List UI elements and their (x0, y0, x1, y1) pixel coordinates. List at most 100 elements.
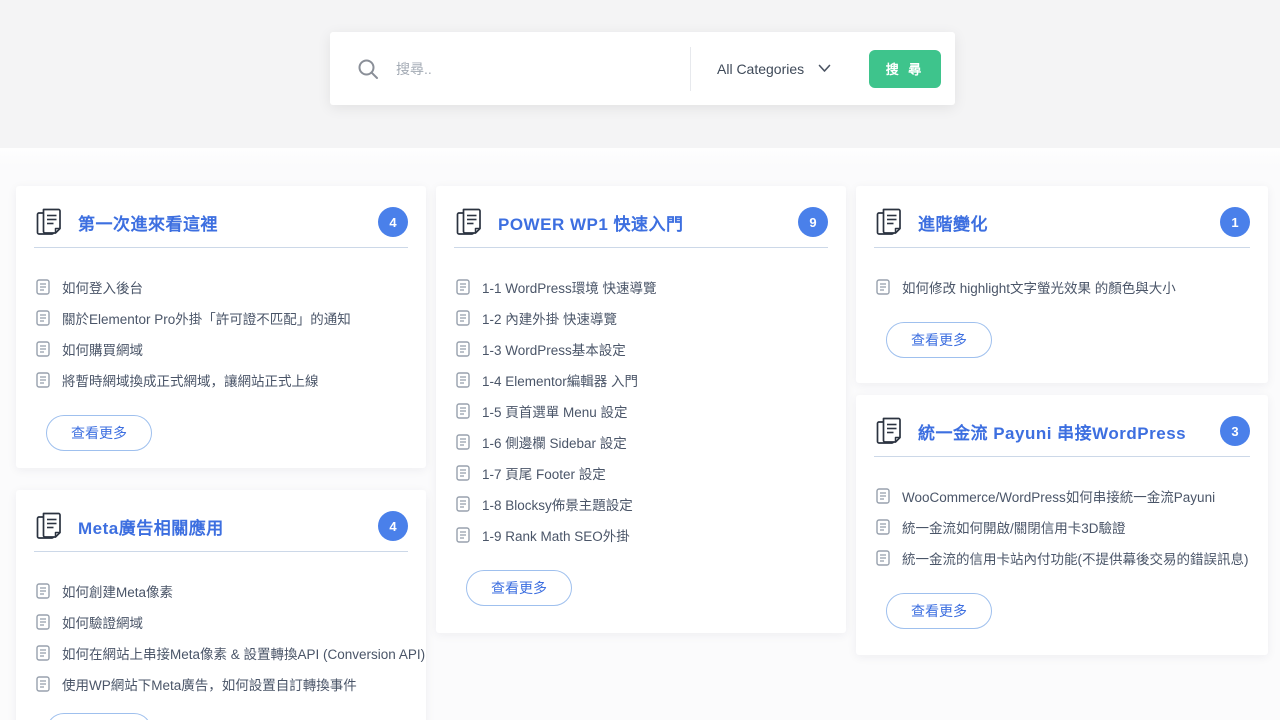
article-title: 如何登入後台 (62, 277, 143, 297)
article-link[interactable]: 如何創建Meta像素 (34, 575, 408, 606)
card-header: 第一次進來看這裡 4 (34, 202, 408, 242)
search-icon (356, 57, 380, 81)
document-icon (36, 676, 50, 692)
category-card-2: POWER WP1 快速入門 9 1-1 WordPress環境 快速導覽 1-… (436, 186, 846, 633)
card-header: Meta廣告相關應用 4 (34, 506, 408, 546)
article-link[interactable]: 如何在網站上串接Meta像素 & 設置轉換API (Conversion API… (34, 637, 408, 668)
view-more-button[interactable]: 查看更多 (466, 570, 572, 606)
document-icon (876, 488, 890, 504)
document-icon (876, 519, 890, 535)
category-card-3: 進階變化 1 如何修改 highlight文字螢光效果 的顏色與大小 查看更多 (856, 186, 1268, 383)
document-icon (456, 496, 470, 512)
document-icon (876, 550, 890, 566)
article-link[interactable]: 統一金流如何開啟/關閉信用卡3D驗證 (874, 511, 1250, 542)
chevron-down-icon (818, 64, 831, 73)
card-count-badge: 4 (378, 511, 408, 541)
article-title: 如何在網站上串接Meta像素 & 設置轉換API (Conversion API… (62, 643, 425, 663)
article-link[interactable]: 1-2 內建外掛 快速導覽 (454, 302, 828, 333)
article-title: 將暫時網域換成正式網域，讓網站正式上線 (62, 370, 319, 390)
documents-icon (36, 207, 63, 238)
article-title: 關於Elementor Pro外掛「許可證不匹配」的通知 (62, 308, 351, 328)
article-title: 1-5 頁首選單 Menu 設定 (482, 401, 628, 421)
article-link[interactable]: 1-1 WordPress環境 快速導覽 (454, 271, 828, 302)
category-card-1: Meta廣告相關應用 4 如何創建Meta像素 如何驗證網域 (16, 490, 426, 720)
article-link[interactable]: 1-5 頁首選單 Menu 設定 (454, 395, 828, 426)
document-icon (456, 341, 470, 357)
category-dropdown[interactable]: All Categories (707, 53, 841, 85)
article-link[interactable]: 1-8 Blocksy佈景主題設定 (454, 488, 828, 519)
document-icon (36, 310, 50, 326)
article-link[interactable]: 1-9 Rank Math SEO外掛 (454, 519, 828, 550)
view-more-button[interactable]: 查看更多 (886, 593, 992, 629)
article-link[interactable]: 如何登入後台 (34, 271, 408, 302)
article-title: 如何驗證網域 (62, 612, 143, 632)
document-icon (456, 279, 470, 295)
article-link[interactable]: 將暫時網域換成正式網域，讓網站正式上線 (34, 364, 408, 395)
view-more-button[interactable]: 查看更多 (46, 415, 152, 451)
article-link[interactable]: WooCommerce/WordPress如何串接統一金流Payuni (874, 480, 1250, 511)
article-link[interactable]: 如何驗證網域 (34, 606, 408, 637)
article-title: 如何創建Meta像素 (62, 581, 173, 601)
search-input[interactable] (396, 61, 666, 77)
card-title[interactable]: 第一次進來看這裡 (78, 210, 218, 235)
article-title: 1-4 Elementor編輯器 入門 (482, 370, 638, 390)
document-icon (456, 310, 470, 326)
card-article-list: 如何登入後台 關於Elementor Pro外掛「許可證不匹配」的通知 如何購買… (34, 271, 408, 395)
card-header: POWER WP1 快速入門 9 (454, 202, 828, 242)
card-header: 進階變化 1 (874, 202, 1250, 242)
article-link[interactable]: 1-3 WordPress基本設定 (454, 333, 828, 364)
article-title: 如何購買網域 (62, 339, 143, 359)
category-selected-label: All Categories (717, 61, 804, 77)
document-icon (36, 645, 50, 661)
document-icon (36, 583, 50, 599)
card-divider (454, 247, 828, 248)
document-icon (456, 527, 470, 543)
card-title[interactable]: 統一金流 Payuni 串接WordPress (918, 419, 1186, 444)
search-divider (690, 47, 691, 91)
card-article-list: 如何修改 highlight文字螢光效果 的顏色與大小 (874, 271, 1250, 302)
card-title[interactable]: 進階變化 (918, 210, 988, 235)
article-title: 1-9 Rank Math SEO外掛 (482, 525, 630, 545)
card-count-badge: 4 (378, 207, 408, 237)
card-divider (874, 456, 1250, 457)
article-title: 1-2 內建外掛 快速導覽 (482, 308, 617, 328)
view-more-button[interactable]: 查看更多 (46, 713, 152, 720)
documents-icon (456, 207, 483, 238)
article-link[interactable]: 如何修改 highlight文字螢光效果 的顏色與大小 (874, 271, 1250, 302)
view-more-button[interactable]: 查看更多 (886, 322, 992, 358)
document-icon (456, 372, 470, 388)
article-link[interactable]: 關於Elementor Pro外掛「許可證不匹配」的通知 (34, 302, 408, 333)
category-card-0: 第一次進來看這裡 4 如何登入後台 關於Elementor Pro外掛「許可證不… (16, 186, 426, 468)
category-card-4: 統一金流 Payuni 串接WordPress 3 WooCommerce/Wo… (856, 395, 1268, 655)
card-count-badge: 9 (798, 207, 828, 237)
article-title: 如何修改 highlight文字螢光效果 的顏色與大小 (902, 277, 1176, 297)
document-icon (36, 341, 50, 357)
article-link[interactable]: 1-7 頁尾 Footer 設定 (454, 457, 828, 488)
document-icon (456, 465, 470, 481)
document-icon (456, 403, 470, 419)
card-article-list: WooCommerce/WordPress如何串接統一金流Payuni 統一金流… (874, 480, 1250, 573)
card-article-list: 如何創建Meta像素 如何驗證網域 如何在網站上串接Meta像素 & 設置轉換A… (34, 575, 408, 699)
document-icon (456, 434, 470, 450)
article-title: 1-6 側邊欄 Sidebar 設定 (482, 432, 627, 452)
article-link[interactable]: 如何購買網域 (34, 333, 408, 364)
article-link[interactable]: 統一金流的信用卡站內付功能(不提供幕後交易的錯誤訊息) (874, 542, 1250, 573)
card-article-list: 1-1 WordPress環境 快速導覽 1-2 內建外掛 快速導覽 1-3 W… (454, 271, 828, 550)
document-icon (36, 279, 50, 295)
article-link[interactable]: 使用WP網站下Meta廣告，如何設置自訂轉換事件 (34, 668, 408, 699)
band-divider (0, 148, 1280, 166)
document-icon (876, 279, 890, 295)
card-count-badge: 3 (1220, 416, 1250, 446)
article-title: 使用WP網站下Meta廣告，如何設置自訂轉換事件 (62, 674, 357, 694)
card-divider (34, 551, 408, 552)
card-count-badge: 1 (1220, 207, 1250, 237)
article-link[interactable]: 1-4 Elementor編輯器 入門 (454, 364, 828, 395)
article-title: 1-7 頁尾 Footer 設定 (482, 463, 606, 483)
article-title: 統一金流如何開啟/關閉信用卡3D驗證 (902, 517, 1126, 537)
article-link[interactable]: 1-6 側邊欄 Sidebar 設定 (454, 426, 828, 457)
card-title[interactable]: Meta廣告相關應用 (78, 514, 224, 539)
card-divider (34, 247, 408, 248)
card-title[interactable]: POWER WP1 快速入門 (498, 210, 684, 235)
search-bar: All Categories 搜 尋 (330, 32, 955, 105)
search-submit-button[interactable]: 搜 尋 (869, 50, 941, 88)
